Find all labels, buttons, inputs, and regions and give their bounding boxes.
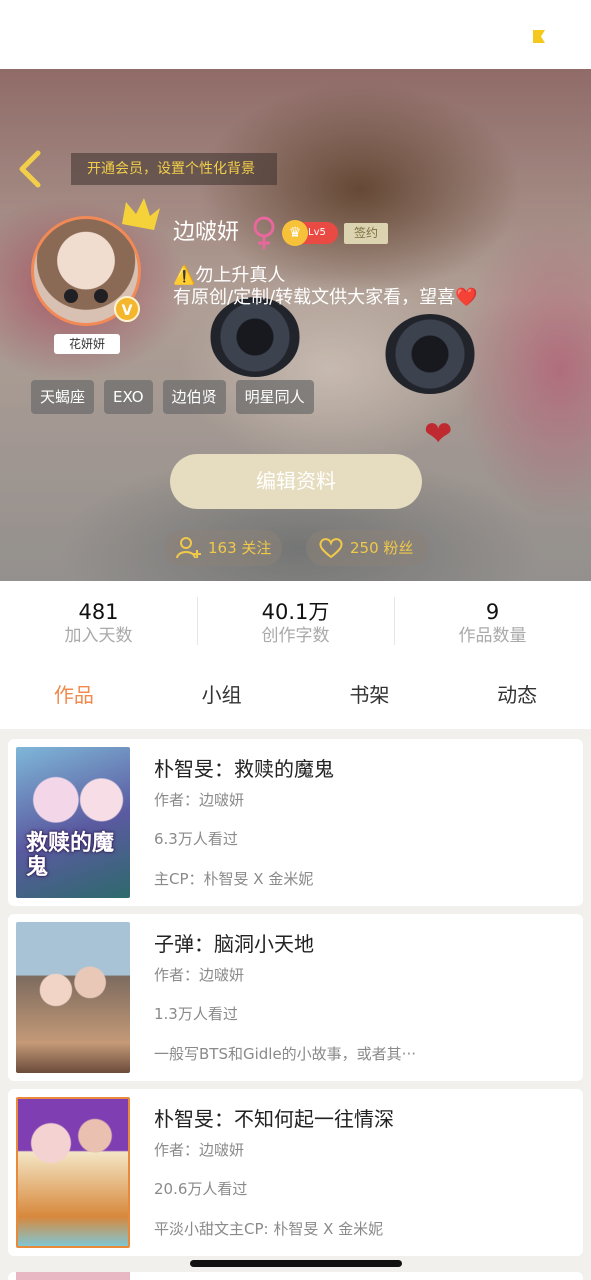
interest-tags: 天蝎座 EXO 边伯贤 明星同人: [31, 380, 314, 414]
avatar-eye: [64, 289, 78, 303]
add-user-icon: [176, 537, 201, 559]
signed-badge: 签约: [344, 223, 388, 244]
profile-stats: 481 加入天数 40.1万 创作字数 9 作品数量: [0, 581, 591, 661]
work-author: 作者：边啵妍: [154, 966, 245, 984]
profile-tabs: 作品 小组 书架 动态: [0, 675, 591, 723]
vip-background-banner[interactable]: 开通会员，设置个性化背景: [71, 153, 277, 185]
stat-value: 40.1万: [261, 600, 330, 624]
stat-days: 481 加入天数: [0, 581, 197, 661]
female-gender-icon: [253, 216, 275, 249]
avatar-eye: [94, 289, 108, 303]
bookmark-flag-icon: [533, 30, 545, 43]
stat-label: 创作字数: [261, 626, 330, 646]
crown-icon: [122, 198, 160, 230]
work-views: 6.3万人看过: [154, 830, 238, 848]
work-cover: [16, 922, 130, 1073]
work-views: 1.3万人看过: [154, 1005, 238, 1023]
work-title: 子弹：脑洞小天地: [154, 932, 314, 956]
stat-label: 加入天数: [64, 626, 133, 646]
username: 边啵妍: [173, 220, 240, 245]
fans-button[interactable]: 250 粉丝: [306, 530, 428, 566]
home-indicator: [190, 1260, 402, 1267]
work-title: 朴智旻：不知何起一往情深: [154, 1107, 394, 1131]
tag-chip[interactable]: 明星同人: [235, 380, 314, 414]
status-bar: [0, 0, 591, 69]
bio-line: ⚠️勿上升真人: [173, 265, 286, 286]
tab-activity[interactable]: 动态: [443, 675, 591, 723]
verified-v-badge: V: [114, 296, 140, 322]
work-card[interactable]: 朴智旻：不知何起一往情深 作者：边啵妍 20.6万人看过 平淡小甜文主CP: 朴…: [8, 1089, 583, 1256]
work-card[interactable]: 救赎的魔鬼 朴智旻：救赎的魔鬼 作者：边啵妍 6.3万人看过 主CP：朴智旻 X…: [8, 739, 583, 906]
back-arrow-icon[interactable]: [16, 149, 46, 189]
tag-chip[interactable]: EXO: [104, 380, 153, 414]
profile-header-background: ❤ 开通会员，设置个性化背景 V 花妍妍 边啵妍 Lv5 ♛ 签约 ⚠️勿上升真…: [0, 69, 591, 581]
following-count: 163 关注: [208, 539, 272, 557]
work-description: 主CP：朴智旻 X 金米妮: [154, 870, 314, 888]
avatar-name-tag: 花妍妍: [54, 334, 120, 354]
stat-works: 9 作品数量: [394, 581, 591, 661]
work-card[interactable]: [8, 1272, 583, 1280]
tab-works[interactable]: 作品: [0, 675, 148, 723]
tag-chip[interactable]: 天蝎座: [31, 380, 95, 414]
heart-outline-icon: [319, 538, 343, 559]
work-cover: [16, 1272, 130, 1280]
work-author: 作者：边啵妍: [154, 791, 245, 809]
work-description: 平淡小甜文主CP: 朴智旻 X 金米妮: [154, 1220, 384, 1238]
fans-count: 250 粉丝: [350, 539, 414, 557]
work-description: 一般写BTS和Gidle的小故事，或者其···: [154, 1045, 416, 1063]
edit-profile-button[interactable]: 编辑资料: [170, 454, 422, 509]
stat-label: 作品数量: [458, 626, 527, 646]
tab-groups[interactable]: 小组: [148, 675, 296, 723]
work-title: 朴智旻：救赎的魔鬼: [154, 757, 334, 781]
cover-title: 救赎的魔鬼: [26, 831, 115, 880]
work-cover: 救赎的魔鬼: [16, 747, 130, 898]
tag-chip[interactable]: 边伯贤: [162, 380, 226, 414]
stat-value: 481: [78, 600, 119, 624]
works-list: 救赎的魔鬼 朴智旻：救赎的魔鬼 作者：边啵妍 6.3万人看过 主CP：朴智旻 X…: [0, 729, 591, 1280]
stat-words: 40.1万 创作字数: [197, 581, 394, 661]
tab-bookshelf[interactable]: 书架: [296, 675, 444, 723]
work-cover: [16, 1097, 130, 1248]
work-card[interactable]: 子弹：脑洞小天地 作者：边啵妍 1.3万人看过 一般写BTS和Gidle的小故事…: [8, 914, 583, 1081]
level-crown-icon: ♛: [282, 220, 308, 246]
stat-value: 9: [485, 600, 500, 624]
work-views: 20.6万人看过: [154, 1180, 248, 1198]
following-button[interactable]: 163 关注: [164, 530, 282, 566]
work-author: 作者：边啵妍: [154, 1141, 245, 1159]
bio-line: 有原创/定制/转载文供大家看，望喜❤️: [173, 287, 478, 308]
